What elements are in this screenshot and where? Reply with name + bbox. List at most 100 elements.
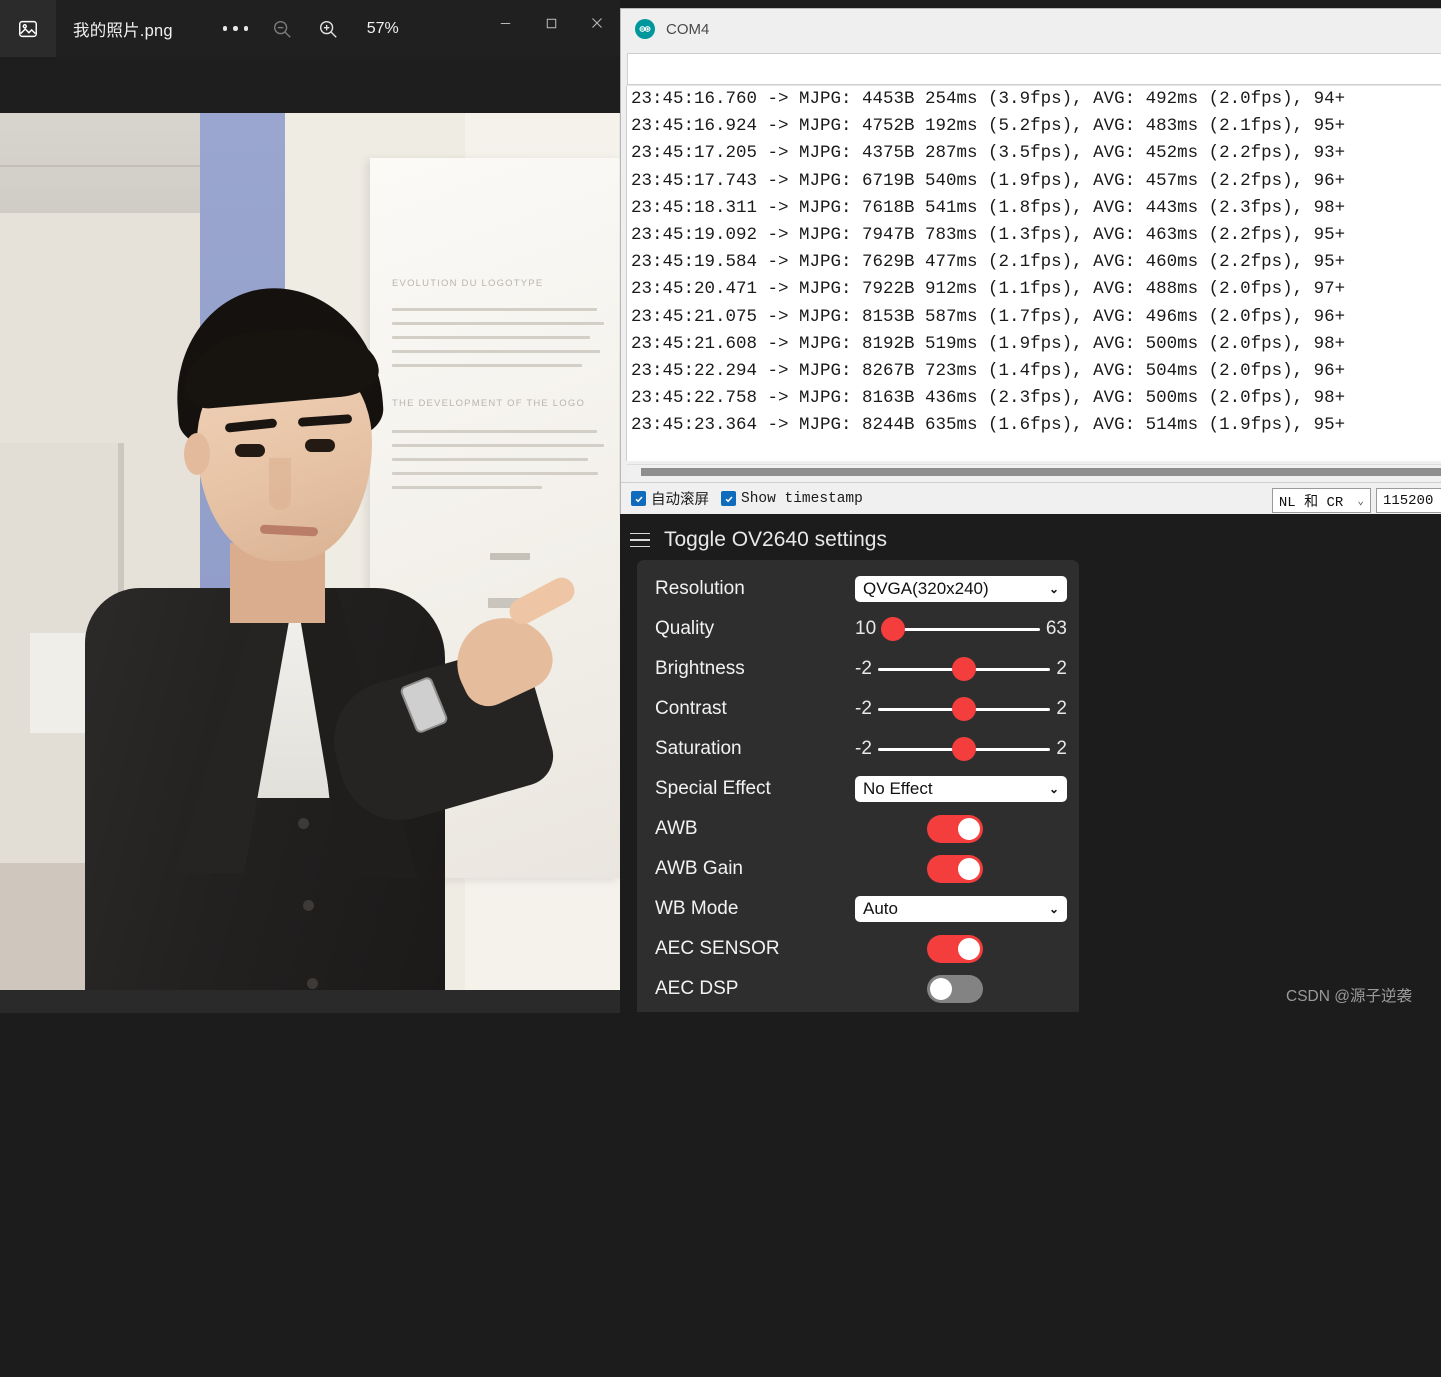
slider-thumb[interactable] — [952, 737, 977, 761]
slider-min: -2 — [855, 738, 872, 759]
photo-eye — [305, 439, 335, 452]
setting-control: -2 2 — [855, 697, 1067, 721]
slider-track-wrap[interactable] — [881, 617, 1040, 641]
arduino-infinity-icon — [635, 19, 655, 39]
serial-monitor-right-controls: NL 和 CR ⌄ 115200 ⌄ — [1267, 488, 1441, 513]
aec-dsp-toggle[interactable] — [927, 975, 983, 1003]
setting-label: WB Mode — [655, 898, 739, 919]
setting-row-contrast: Contrast -2 2 — [637, 689, 1079, 729]
photo-filename: 我的照片.png — [73, 21, 173, 40]
log-line: 23:45:22.758 -> MJPG: 8163B 436ms (2.3fp… — [631, 388, 1346, 409]
slider-track — [882, 627, 1040, 631]
serial-monitor-window: COM4 23:45:16.760 -> MJPG: 4453B 254ms (… — [620, 8, 1441, 514]
photo-button — [298, 818, 309, 829]
setting-label: Resolution — [655, 578, 745, 599]
slider-track-wrap[interactable] — [877, 657, 1051, 681]
log-line: 23:45:21.608 -> MJPG: 8192B 519ms (1.9fp… — [631, 333, 1346, 354]
slider-track-wrap[interactable] — [877, 737, 1051, 761]
window-controls — [482, 0, 620, 46]
special-effect-select[interactable]: No Effect ⌄ — [855, 776, 1067, 802]
autoscroll-checkbox[interactable] — [631, 491, 646, 506]
slider-thumb[interactable] — [881, 617, 906, 641]
setting-row-resolution: Resolution QVGA(320x240) ⌄ — [637, 569, 1079, 609]
log-line: 23:45:20.471 -> MJPG: 7922B 912ms (1.1fp… — [631, 279, 1346, 300]
setting-label: Contrast — [655, 698, 727, 719]
setting-row-wb-mode: WB Mode Auto ⌄ — [637, 889, 1079, 929]
contrast-slider[interactable]: -2 2 — [855, 697, 1067, 721]
wb-mode-value: Auto — [863, 899, 898, 918]
serial-send-input[interactable] — [627, 53, 1441, 85]
setting-control: -2 2 — [855, 657, 1067, 681]
autoscroll-checkbox-row[interactable]: 自动滚屏 — [631, 488, 709, 509]
hamburger-icon[interactable] — [630, 532, 650, 548]
line-ending-select[interactable]: NL 和 CR ⌄ — [1271, 488, 1371, 513]
brightness-slider[interactable]: -2 2 — [855, 657, 1067, 681]
log-line: 23:45:16.924 -> MJPG: 4752B 192ms (5.2fp… — [631, 116, 1346, 137]
autoscroll-label: 自动滚屏 — [651, 492, 709, 508]
photo-canvas[interactable]: EVOLUTION DU LOGOTYPE THE DEVELOPMENT OF… — [0, 113, 620, 990]
hamburger-bar — [630, 532, 650, 535]
photo-button — [303, 900, 314, 911]
horizontal-scrollbar-thumb[interactable] — [641, 468, 1441, 476]
watermark-text: CSDN @源子逆袭 — [1286, 988, 1412, 1005]
zoom-in-icon[interactable] — [305, 9, 351, 49]
more-options-button[interactable] — [213, 9, 259, 49]
toggle-knob — [958, 818, 980, 840]
setting-label: AWB — [655, 818, 698, 839]
wb-mode-select[interactable]: Auto ⌄ — [855, 896, 1067, 922]
slider-min: -2 — [855, 658, 872, 679]
maximize-icon[interactable] — [528, 0, 574, 46]
hamburger-bar — [630, 539, 650, 541]
aec-sensor-toggle[interactable] — [927, 935, 983, 963]
setting-control: No Effect ⌄ — [855, 776, 1067, 802]
setting-row-brightness: Brightness -2 2 — [637, 649, 1079, 689]
dot-glyph — [222, 26, 228, 31]
show-timestamp-checkbox[interactable] — [721, 491, 736, 506]
hamburger-bar — [630, 545, 650, 548]
zoom-out-icon[interactable] — [259, 9, 305, 49]
setting-row-aec-sensor: AEC SENSOR — [637, 929, 1079, 969]
photo-viewer-bottom-band — [0, 990, 620, 1013]
log-line: 23:45:17.743 -> MJPG: 6719B 540ms (1.9fp… — [631, 170, 1346, 191]
photo-viewer-toolbar-spacer — [0, 57, 620, 113]
saturation-slider[interactable]: -2 2 — [855, 737, 1067, 761]
toggle-knob — [930, 978, 952, 1000]
setting-label: Quality — [655, 618, 715, 639]
slider-thumb[interactable] — [952, 657, 977, 681]
toggle-knob — [958, 938, 980, 960]
photo-person — [55, 281, 580, 990]
log-line: 23:45:23.364 -> MJPG: 8244B 635ms (1.6fp… — [631, 415, 1346, 436]
quality-slider[interactable]: 10 63 — [855, 617, 1067, 641]
setting-label: AWB Gain — [655, 858, 743, 879]
slider-track-wrap[interactable] — [877, 697, 1051, 721]
chevron-down-icon: ⌄ — [1048, 902, 1059, 916]
baud-rate-select[interactable]: 115200 ⌄ — [1375, 488, 1441, 513]
log-line: 23:45:22.294 -> MJPG: 8267B 723ms (1.4fp… — [631, 361, 1346, 382]
awb-toggle[interactable] — [927, 815, 983, 843]
slider-max: 2 — [1056, 738, 1067, 759]
serial-monitor-bottombar: 自动滚屏 Show timestamp NL 和 CR ⌄ 115200 ⌄ — [621, 482, 1441, 514]
photo-nose — [269, 458, 291, 510]
minimize-icon[interactable] — [482, 0, 528, 46]
log-line: 23:45:18.311 -> MJPG: 7618B 541ms (1.8fp… — [631, 197, 1346, 218]
serial-port-title: COM4 — [666, 20, 710, 38]
ov2640-header[interactable]: Toggle OV2640 settings — [620, 516, 1441, 552]
slider-max: 2 — [1056, 658, 1067, 679]
photo-eye — [235, 444, 265, 457]
photo-viewer-titlebar: 我的照片.png 57% — [0, 0, 620, 57]
setting-row-quality: Quality 10 63 — [637, 609, 1079, 649]
slider-max: 63 — [1045, 618, 1067, 639]
slider-min: -2 — [855, 698, 872, 719]
photo-image: EVOLUTION DU LOGOTYPE THE DEVELOPMENT OF… — [0, 113, 620, 990]
slider-thumb[interactable] — [952, 697, 977, 721]
dot-glyph — [243, 26, 249, 31]
show-timestamp-checkbox-row[interactable]: Show timestamp — [721, 491, 863, 507]
show-timestamp-label: Show timestamp — [741, 490, 863, 507]
close-icon[interactable] — [574, 0, 620, 46]
log-line: 23:45:19.584 -> MJPG: 7629B 477ms (2.1fp… — [631, 252, 1346, 273]
setting-row-aec-dsp: AEC DSP — [637, 969, 1079, 1009]
awb-gain-toggle[interactable] — [927, 855, 983, 883]
resolution-select[interactable]: QVGA(320x240) ⌄ — [855, 576, 1067, 602]
serial-log-output[interactable]: 23:45:16.760 -> MJPG: 4453B 254ms (3.9fp… — [626, 85, 1441, 461]
setting-label: Special Effect — [655, 778, 771, 799]
